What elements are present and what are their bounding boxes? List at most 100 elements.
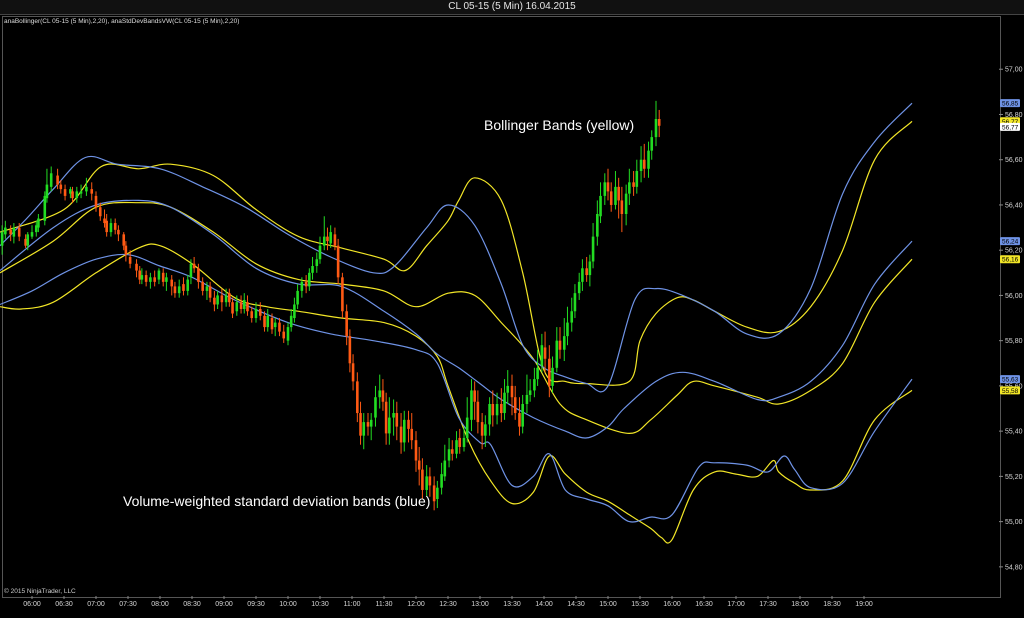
candle-body (417, 460, 421, 470)
candle-body (548, 358, 551, 386)
down-candle (395, 401, 399, 441)
up-candle (440, 462, 443, 495)
candle-body (213, 297, 216, 305)
down-candle (348, 329, 352, 373)
down-candle (642, 143, 646, 178)
down-candle (201, 277, 204, 296)
candle-body (63, 189, 67, 196)
candle-body (407, 419, 410, 429)
down-candle (432, 476, 436, 511)
candle-body (518, 413, 521, 427)
candle-body (140, 275, 144, 280)
up-candle (536, 349, 539, 386)
candle-body (79, 191, 83, 194)
candle-body (258, 309, 262, 316)
price-chart[interactable]: 57,0056,8056,6056,4056,2056,0055,8055,60… (0, 0, 1024, 618)
candle-body (458, 437, 462, 447)
x-tick-label: 07:00 (87, 601, 105, 608)
down-candle (153, 270, 156, 287)
down-candle (399, 413, 403, 454)
down-candle (336, 238, 340, 285)
down-candle (138, 266, 142, 285)
candle-body (570, 311, 574, 323)
candle-body (388, 417, 391, 434)
candle-body (186, 279, 190, 291)
candle-body (315, 259, 319, 267)
x-tick-label: 06:30 (55, 601, 73, 608)
up-candle (525, 374, 529, 414)
candle-body (562, 336, 566, 350)
price-marker-label: 56,85 (1002, 101, 1019, 108)
indicator-label: anaBollinger(CL 05-15 (5 Min),2,20), ana… (4, 18, 240, 25)
up-candle (639, 146, 643, 183)
up-candle (308, 268, 311, 291)
vw-band-lower (0, 253, 913, 523)
candle-body (603, 182, 607, 196)
up-candle (315, 252, 319, 273)
candle-body (270, 318, 274, 330)
up-candle (392, 399, 395, 436)
candle-body (596, 214, 599, 237)
candle-body (536, 367, 539, 380)
down-candle (500, 388, 503, 423)
candle-body (300, 281, 304, 291)
candle-body (345, 311, 348, 337)
axes: 57,0056,8056,6056,4056,2056,0055,8055,60… (23, 67, 1022, 608)
y-tick-label: 56,40 (1005, 202, 1023, 209)
down-candle (414, 431, 418, 472)
candle-body (326, 236, 329, 242)
candle-body (109, 223, 113, 233)
down-candle (407, 410, 410, 443)
candle-body (425, 476, 428, 490)
candle-body (566, 322, 569, 337)
candle-body (528, 390, 532, 395)
candle-body (273, 322, 277, 328)
candle-body (480, 422, 484, 436)
candle-body (606, 182, 610, 192)
up-candle (647, 141, 650, 178)
candle-body (311, 266, 314, 273)
up-candle (596, 200, 599, 246)
down-candle (384, 392, 388, 445)
down-candle (491, 390, 495, 427)
candle-body (654, 119, 658, 138)
candle-body (170, 279, 174, 287)
candle-body (149, 277, 152, 282)
up-candle (436, 480, 439, 509)
candle-body (392, 413, 395, 418)
candle-body (533, 379, 536, 391)
down-candle (246, 295, 249, 316)
candle-body (304, 281, 308, 287)
down-candle (366, 413, 370, 436)
up-candle (503, 379, 506, 420)
candle-body (220, 295, 224, 303)
up-candle (624, 184, 628, 226)
up-candle (49, 166, 53, 192)
candle-body (59, 184, 63, 190)
candle-body (369, 419, 373, 427)
candle-body (37, 218, 40, 228)
price-marker: 56,85 (1000, 99, 1020, 108)
down-candle (341, 272, 344, 319)
up-candle (165, 272, 168, 291)
candle-body (165, 277, 168, 282)
candle-body (128, 256, 132, 264)
price-marker: 56,16 (1000, 255, 1020, 264)
candle-body (177, 286, 181, 294)
candle-body (436, 487, 439, 499)
candle-body (318, 245, 322, 260)
candle-body (231, 302, 234, 314)
up-candle (109, 218, 113, 237)
x-tick-label: 08:00 (151, 601, 169, 608)
candle-body (374, 397, 377, 418)
x-tick-label: 17:30 (759, 601, 777, 608)
up-candle (551, 356, 554, 393)
candle-body (588, 261, 592, 276)
down-candle (657, 109, 661, 138)
up-candle (79, 184, 83, 199)
price-marker-label: 55,58 (1002, 388, 1019, 395)
up-candle (4, 220, 7, 239)
candle-body (322, 236, 326, 246)
candle-body (75, 191, 79, 199)
candle-body (650, 137, 654, 151)
